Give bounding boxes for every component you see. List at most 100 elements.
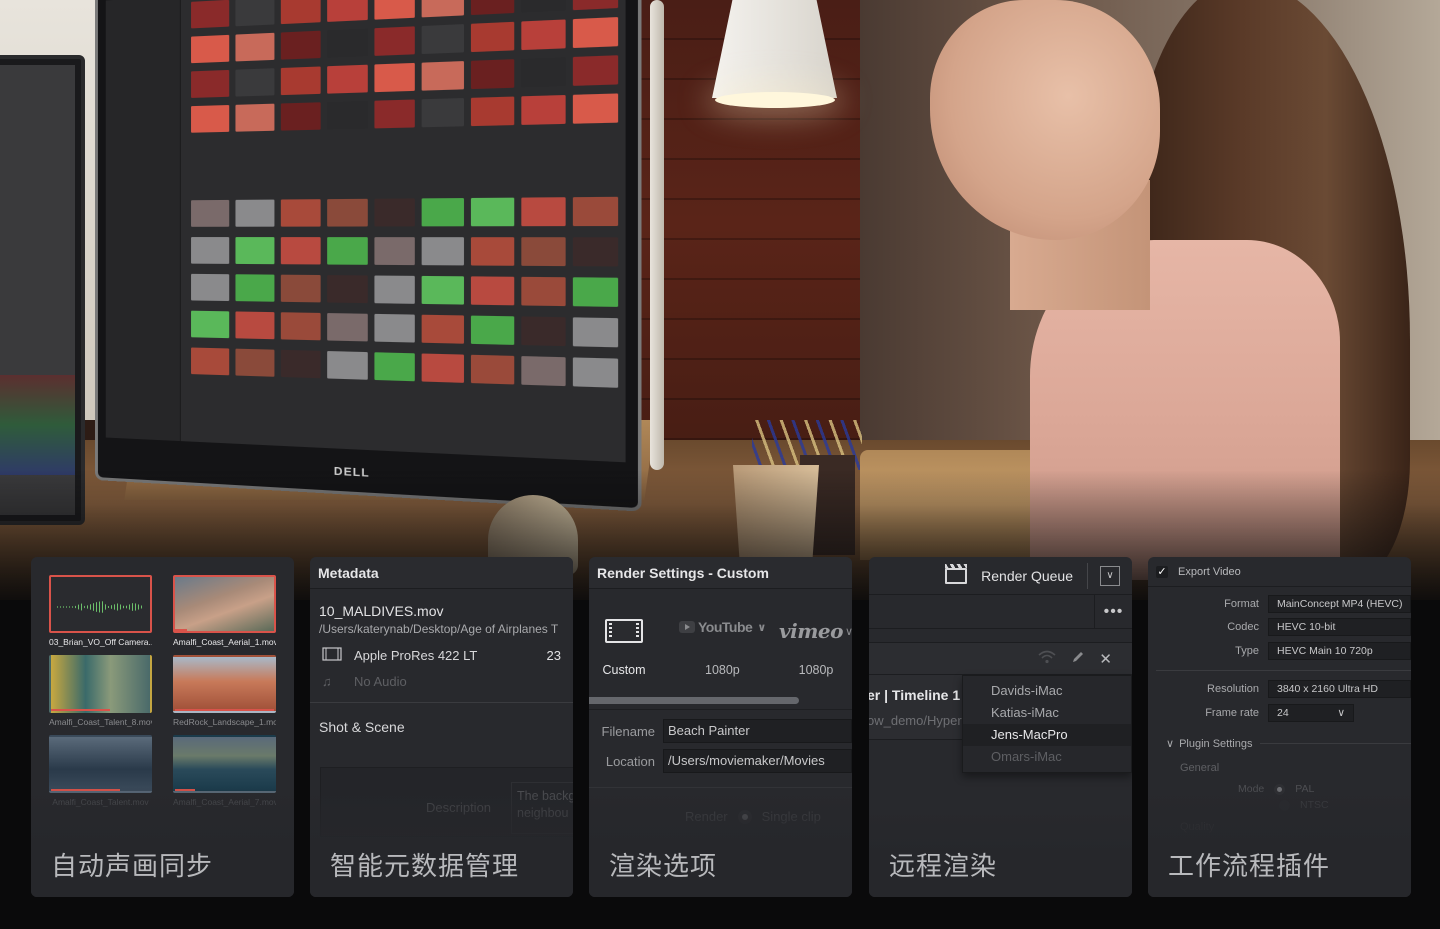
media-thumbnail xyxy=(521,57,566,88)
chevron-down-icon: ∨ xyxy=(1166,738,1175,750)
media-thumbnail xyxy=(326,313,368,342)
media-thumbnail xyxy=(471,59,515,90)
media-thumbnail xyxy=(235,274,275,302)
export-video-checkbox[interactable]: ✓ xyxy=(1156,565,1168,578)
codec-row: Codec HEVC 10-bit xyxy=(1148,618,1411,636)
media-thumbnail xyxy=(191,273,230,302)
dropdown-chevron-icon[interactable]: ∨ xyxy=(1100,565,1120,586)
media-thumbnail xyxy=(373,313,416,343)
codec-select[interactable]: HEVC 10-bit xyxy=(1268,618,1411,636)
clip-marker xyxy=(51,789,121,791)
media-thumbnail xyxy=(573,55,619,86)
render-label: Render xyxy=(685,809,728,824)
clip-item[interactable]: 03_Brian_VO_Off Camera.... xyxy=(49,575,152,649)
media-thumbnail xyxy=(235,68,275,97)
media-thumbnail xyxy=(280,0,321,25)
clip-name: RedRock_Landscape_1.mov xyxy=(173,717,276,727)
edit-pencil-icon[interactable] xyxy=(1071,650,1085,668)
codec-name: Apple ProRes 422 LT xyxy=(354,647,478,663)
media-thumbnail xyxy=(235,199,275,227)
media-thumbnail xyxy=(280,66,321,96)
queue-toolbar: ••• xyxy=(869,595,1132,629)
media-thumbnail xyxy=(191,310,230,339)
media-thumbnail xyxy=(471,237,515,266)
single-clip-radio[interactable] xyxy=(737,809,752,824)
panel-workflow-plugins: ✓ Export Video Format MainConcept MP4 (H… xyxy=(1148,557,1411,897)
waveform xyxy=(57,601,144,613)
pal-radio[interactable] xyxy=(1274,783,1286,795)
media-thumbnail xyxy=(280,237,321,265)
video-thumbnail xyxy=(49,735,152,793)
remote-wifi-icon[interactable] xyxy=(1037,650,1057,667)
media-thumbnail xyxy=(471,96,515,127)
machine-menu-item[interactable]: Jens-MacPro xyxy=(963,724,1131,746)
media-thumbnail xyxy=(280,30,321,60)
divider xyxy=(310,702,573,703)
media-thumbnail xyxy=(573,0,619,11)
media-thumbnail xyxy=(326,351,368,380)
clip-item[interactable]: RedRock_Landscape_1.mov xyxy=(173,655,276,729)
filename-label: Filename xyxy=(601,723,655,739)
ntsc-radio[interactable] xyxy=(1279,799,1290,811)
media-thumbnail xyxy=(422,237,465,266)
media-thumbnail xyxy=(422,275,465,305)
youtube-logo-icon: YouTube ∨ xyxy=(679,619,766,635)
main-monitor: DELL xyxy=(95,0,642,512)
export-video-row: ✓ Export Video xyxy=(1148,557,1411,587)
close-icon[interactable]: ✕ xyxy=(1099,650,1112,668)
audio-row: ♫ No Audio xyxy=(310,668,573,694)
file-path: /Users/katerynab/Desktop/Age of Airplane… xyxy=(319,622,559,636)
media-thumbnail xyxy=(373,275,416,304)
quality-label: Quality xyxy=(1180,821,1215,833)
preset-custom[interactable]: Custom xyxy=(602,619,646,677)
chevron-down-icon: ∨ xyxy=(1337,707,1345,719)
preset-vimeo[interactable]: vimeo ∨ 1080p xyxy=(779,619,852,677)
plugin-settings-toggle[interactable]: ∨ Plugin Settings xyxy=(1166,737,1411,750)
feature-caption: 远程渲染 xyxy=(889,852,998,882)
media-thumbnail xyxy=(326,100,368,130)
more-options-icon[interactable]: ••• xyxy=(1094,595,1132,628)
media-thumbnail xyxy=(422,24,465,55)
clip-marker xyxy=(175,709,274,711)
mode-row: Mode PAL xyxy=(1238,783,1315,795)
media-grid-bottom xyxy=(191,196,619,388)
preset-label: 1080p xyxy=(798,663,834,677)
filename-input[interactable]: Beach Painter xyxy=(663,719,852,743)
panel-audio-sync: 03_Brian_VO_Off Camera.... Amalfi_Coast_A… xyxy=(31,557,294,897)
media-thumbnail xyxy=(326,198,368,227)
machine-menu-item[interactable]: Omars-iMac xyxy=(963,746,1131,768)
clip-name: 03_Brian_VO_Off Camera.... xyxy=(49,637,152,647)
clip-item[interactable]: Amalfi_Coast_Aerial_1.mov xyxy=(173,575,276,649)
media-thumbnail xyxy=(326,275,368,304)
location-input[interactable]: /Users/moviemaker/Movies xyxy=(663,749,852,773)
type-select[interactable]: HEVC Main 10 720p xyxy=(1268,642,1411,660)
resolution-select[interactable]: 3840 x 2160 Ultra HD xyxy=(1268,680,1411,698)
description-field[interactable]: The backg neighbou xyxy=(511,782,573,834)
media-thumbnail xyxy=(191,237,230,264)
machine-menu-item[interactable]: Davids-iMac xyxy=(963,680,1131,702)
media-thumbnail xyxy=(235,348,275,377)
preset-scrollbar[interactable] xyxy=(589,697,799,704)
shot-scene-section[interactable]: Shot & Scene xyxy=(310,711,573,743)
media-thumbnail xyxy=(326,28,368,58)
framerate-select[interactable]: 24 ∨ xyxy=(1268,704,1354,722)
job-path: ow_demo/Hyper xyxy=(869,713,962,728)
media-grid-top xyxy=(191,0,619,133)
scope-display xyxy=(0,375,75,475)
lamp-glow xyxy=(715,92,835,108)
media-thumbnail xyxy=(326,64,368,94)
machine-menu-item[interactable]: Katias-iMac xyxy=(963,702,1131,724)
feature-caption: 智能元数据管理 xyxy=(330,852,520,882)
media-thumbnail xyxy=(280,199,321,227)
format-select[interactable]: MainConcept MP4 (HEVC) xyxy=(1268,595,1411,613)
panel-metadata: Metadata 10_MALDIVES.mov /Users/kateryna… xyxy=(310,557,573,897)
clip-item[interactable]: Amalfi_Coast_Aerial_7.mov xyxy=(173,735,276,809)
preset-youtube[interactable]: YouTube ∨ 1080p xyxy=(679,619,766,677)
render-queue-header: Render Queue ∨ xyxy=(869,557,1132,595)
clip-item[interactable]: Amalfi_Coast_Talent.mov xyxy=(49,735,152,809)
media-thumbnail xyxy=(521,316,566,347)
render-presets: Custom YouTube ∨ 1080p vimeo ∨ 1080p xyxy=(589,619,852,677)
panel-render-settings: Render Settings - Custom Custom YouTube ∨… xyxy=(589,557,852,897)
clip-item[interactable]: Amalfi_Coast_Talent_8.mov xyxy=(49,655,152,729)
clip-marker xyxy=(175,629,187,631)
